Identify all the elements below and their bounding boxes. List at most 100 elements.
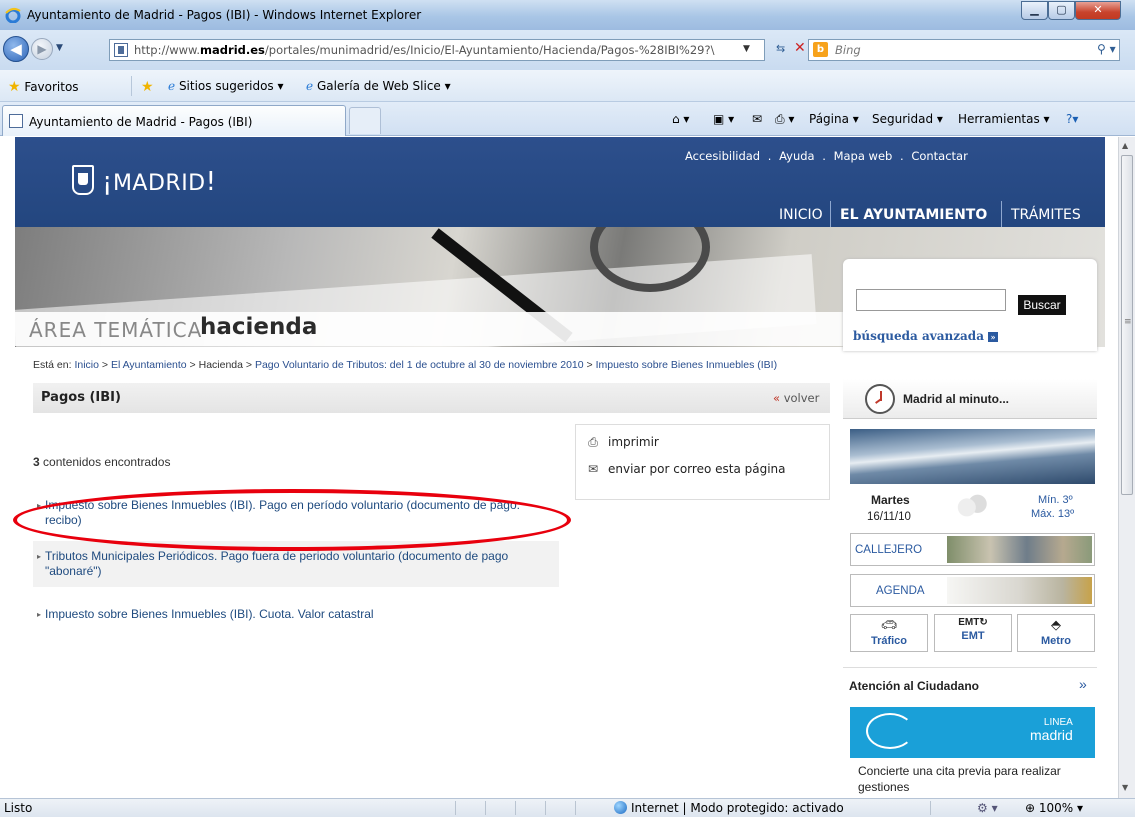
star-icon: ★: [8, 79, 21, 95]
add-favorite-icon[interactable]: ★: [141, 79, 154, 95]
forward-button[interactable]: ▶: [31, 38, 53, 60]
status-bar: Listo Internet | Modo protegido: activad…: [0, 798, 1135, 817]
history-dropdown-icon[interactable]: ▼: [56, 43, 63, 53]
breadcrumb-item-el-ayuntamiento[interactable]: El Ayuntamiento: [111, 359, 187, 371]
result-item[interactable]: ▸ Impuesto sobre Bienes Inmuebles (IBI).…: [33, 490, 559, 536]
new-tab-button[interactable]: [349, 107, 381, 134]
search-button[interactable]: Buscar: [1018, 295, 1066, 315]
site-logo[interactable]: ¡MADRID!: [102, 167, 217, 197]
link-ayuda[interactable]: Ayuda: [779, 149, 815, 163]
breadcrumb-item-hacienda: Hacienda: [198, 359, 243, 371]
window-title: Ayuntamiento de Madrid - Pagos (IBI) - W…: [27, 8, 422, 22]
site-favicon-icon: [114, 43, 128, 57]
search-field[interactable]: b Bing ⚲ ▾: [808, 39, 1120, 61]
area-name: hacienda: [200, 314, 318, 340]
security-zone[interactable]: Internet | Modo protegido: activado: [614, 801, 844, 815]
zoom-control[interactable]: ⊕ 100% ▾: [1025, 801, 1083, 815]
clock-icon: [865, 384, 895, 414]
back-button[interactable]: ◀: [3, 36, 29, 62]
ie-page-icon: ℯ: [168, 79, 176, 93]
breadcrumb-item-ibi[interactable]: Impuesto sobre Bienes Inmuebles (IBI): [596, 359, 778, 371]
home-icon[interactable]: ⌂ ▾: [672, 112, 689, 126]
url-dropdown-icon[interactable]: ▼: [743, 44, 750, 54]
weather-min: Mín. 3º: [1038, 494, 1073, 506]
linea-madrid-banner[interactable]: LINEA madrid: [850, 707, 1095, 758]
link-mapa-web[interactable]: Mapa web: [834, 149, 893, 163]
page-viewport: ¡MADRID! Accesibilidad . Ayuda . Mapa we…: [0, 137, 1118, 798]
maximize-button[interactable]: ▢: [1048, 1, 1075, 20]
agenda-link[interactable]: AGENDA: [850, 574, 1095, 607]
site-favicon-icon: [9, 114, 23, 128]
madrid-crest-icon: [72, 165, 94, 195]
atencion-ciudadano-header[interactable]: Atención al Ciudadano »: [843, 667, 1097, 699]
cita-previa-text[interactable]: Concierte una cita previa para realizar …: [858, 763, 1098, 795]
weather-max: Máx. 13º: [1031, 508, 1075, 520]
calendar-thumbnail: [947, 577, 1092, 604]
email-page-link[interactable]: ✉ enviar por correo esta página: [586, 462, 786, 476]
print-link[interactable]: ⎙ imprimir: [586, 435, 659, 450]
double-chevron-right-icon: »: [1079, 676, 1087, 692]
stop-icon[interactable]: ✕: [794, 40, 806, 56]
nav-el-ayuntamiento[interactable]: EL AYUNTAMIENTO: [840, 207, 987, 223]
site-search-input[interactable]: [856, 289, 1006, 311]
scroll-up-icon[interactable]: ▲: [1122, 141, 1128, 150]
web-slice-gallery-button[interactable]: ℯ Galería de Web Slice ▾: [306, 79, 451, 93]
sky-photo: [850, 429, 1095, 484]
result-item[interactable]: ▸ Impuesto sobre Bienes Inmuebles (IBI).…: [33, 599, 559, 630]
mail-icon[interactable]: ✉: [752, 112, 762, 126]
breadcrumb: Está en: Inicio > El Ayuntamiento > Haci…: [33, 359, 778, 371]
divider: [131, 76, 132, 96]
bing-icon: b: [813, 42, 828, 57]
help-menu[interactable]: ?▾: [1066, 112, 1078, 126]
security-menu[interactable]: Seguridad ▾: [872, 112, 943, 126]
madrid-al-minuto-header[interactable]: Madrid al minuto...: [843, 379, 1097, 419]
compatibility-view-icon[interactable]: ⇆: [776, 42, 785, 55]
link-contactar[interactable]: Contactar: [911, 149, 968, 163]
vertical-scrollbar[interactable]: ▲ ≡ ▼: [1118, 137, 1135, 798]
site-header: ¡MADRID! Accesibilidad . Ayuda . Mapa we…: [15, 137, 1105, 227]
printer-icon: ⎙: [588, 435, 598, 449]
trafico-button[interactable]: 🚗︎ Tráfico: [850, 614, 928, 652]
suggested-sites-button[interactable]: ℯ Sitios sugeridos ▾: [168, 79, 284, 93]
page-menu[interactable]: Página ▾: [809, 112, 859, 126]
linea-madrid-logo-icon: [866, 713, 914, 749]
breadcrumb-item-inicio[interactable]: Inicio: [74, 359, 99, 371]
emt-button[interactable]: EMT↻ EMT: [934, 614, 1012, 652]
scroll-down-icon[interactable]: ▼: [1122, 783, 1128, 792]
results-count: 3 contenidos encontrados: [33, 455, 171, 469]
back-link[interactable]: « volver: [773, 391, 819, 405]
minimize-button[interactable]: ▁: [1021, 1, 1048, 20]
nav-tramites[interactable]: TRÁMITES: [1011, 207, 1081, 223]
weather-day: Martes: [871, 493, 910, 507]
tab-active[interactable]: Ayuntamiento de Madrid - Pagos (IBI): [2, 105, 346, 136]
result-item[interactable]: ▸ Tributos Municipales Periódicos. Pago …: [33, 541, 559, 587]
globe-icon: [614, 801, 627, 814]
feeds-icon[interactable]: ▣ ▾: [713, 112, 734, 126]
content-title-bar: Pagos (IBI) « volver: [33, 383, 830, 413]
search-panel: Buscar búsqueda avanzada»: [843, 259, 1097, 351]
advanced-search-link[interactable]: búsqueda avanzada»: [853, 329, 998, 343]
envelope-icon: ✉: [587, 462, 599, 476]
link-accesibilidad[interactable]: Accesibilidad: [685, 149, 760, 163]
car-icon: 🚗︎: [880, 617, 898, 632]
tab-label: Ayuntamiento de Madrid - Pagos (IBI): [29, 115, 253, 129]
internet-explorer-icon: [5, 7, 21, 23]
breadcrumb-item-pago-voluntario[interactable]: Pago Voluntario de Tributos: del 1 de oc…: [255, 359, 584, 371]
close-button[interactable]: ✕: [1075, 1, 1121, 20]
window-titlebar: Ayuntamiento de Madrid - Pagos (IBI) - W…: [0, 0, 1135, 30]
page-tools-box: ⎙ imprimir ✉ enviar por correo esta página: [575, 424, 830, 500]
protected-mode-icon[interactable]: ⚙ ▾: [977, 801, 998, 815]
bullet-icon: ▸: [37, 501, 42, 510]
double-chevron-left-icon: «: [773, 391, 781, 405]
print-icon[interactable]: ⎙ ▾: [775, 112, 794, 127]
favorites-button[interactable]: ★ Favoritos: [8, 79, 79, 95]
nav-inicio[interactable]: INICIO: [779, 207, 823, 223]
search-icon[interactable]: ⚲ ▾: [1097, 42, 1116, 56]
callejero-link[interactable]: CALLEJERO: [850, 533, 1095, 566]
weather-date: 16/11/10: [867, 511, 911, 523]
tools-menu[interactable]: Herramientas ▾: [958, 112, 1050, 126]
url-field[interactable]: http://www.madrid.es/portales/munimadrid…: [109, 39, 765, 61]
search-placeholder: Bing: [835, 43, 861, 57]
metro-button[interactable]: ⬘ Metro: [1017, 614, 1095, 652]
cloud-icon: [956, 493, 992, 517]
